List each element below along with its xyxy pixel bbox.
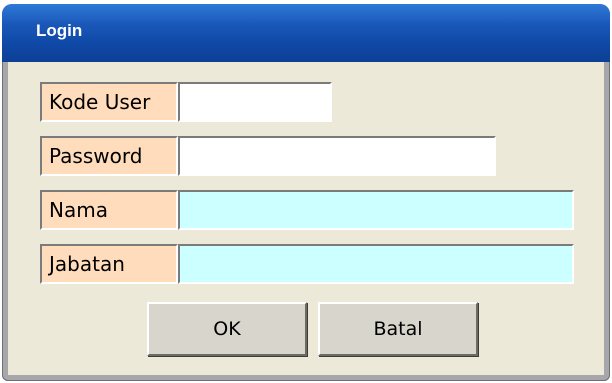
title-bar[interactable]: Login xyxy=(2,4,610,62)
window-title: Login xyxy=(36,21,83,40)
login-window: Login Kode User Password Nama Jabatan OK… xyxy=(2,4,610,381)
ok-button[interactable]: OK xyxy=(147,302,307,356)
kode-user-label: Kode User xyxy=(40,82,178,122)
nama-field[interactable] xyxy=(178,190,574,230)
password-input[interactable] xyxy=(178,136,496,176)
jabatan-label: Jabatan xyxy=(40,244,178,284)
nama-label: Nama xyxy=(40,190,178,230)
kode-user-input[interactable] xyxy=(178,82,332,122)
batal-button[interactable]: Batal xyxy=(318,302,478,356)
dialog-body: Kode User Password Nama Jabatan OK Batal xyxy=(8,62,604,375)
password-label: Password xyxy=(40,136,178,176)
jabatan-field[interactable] xyxy=(178,244,574,284)
